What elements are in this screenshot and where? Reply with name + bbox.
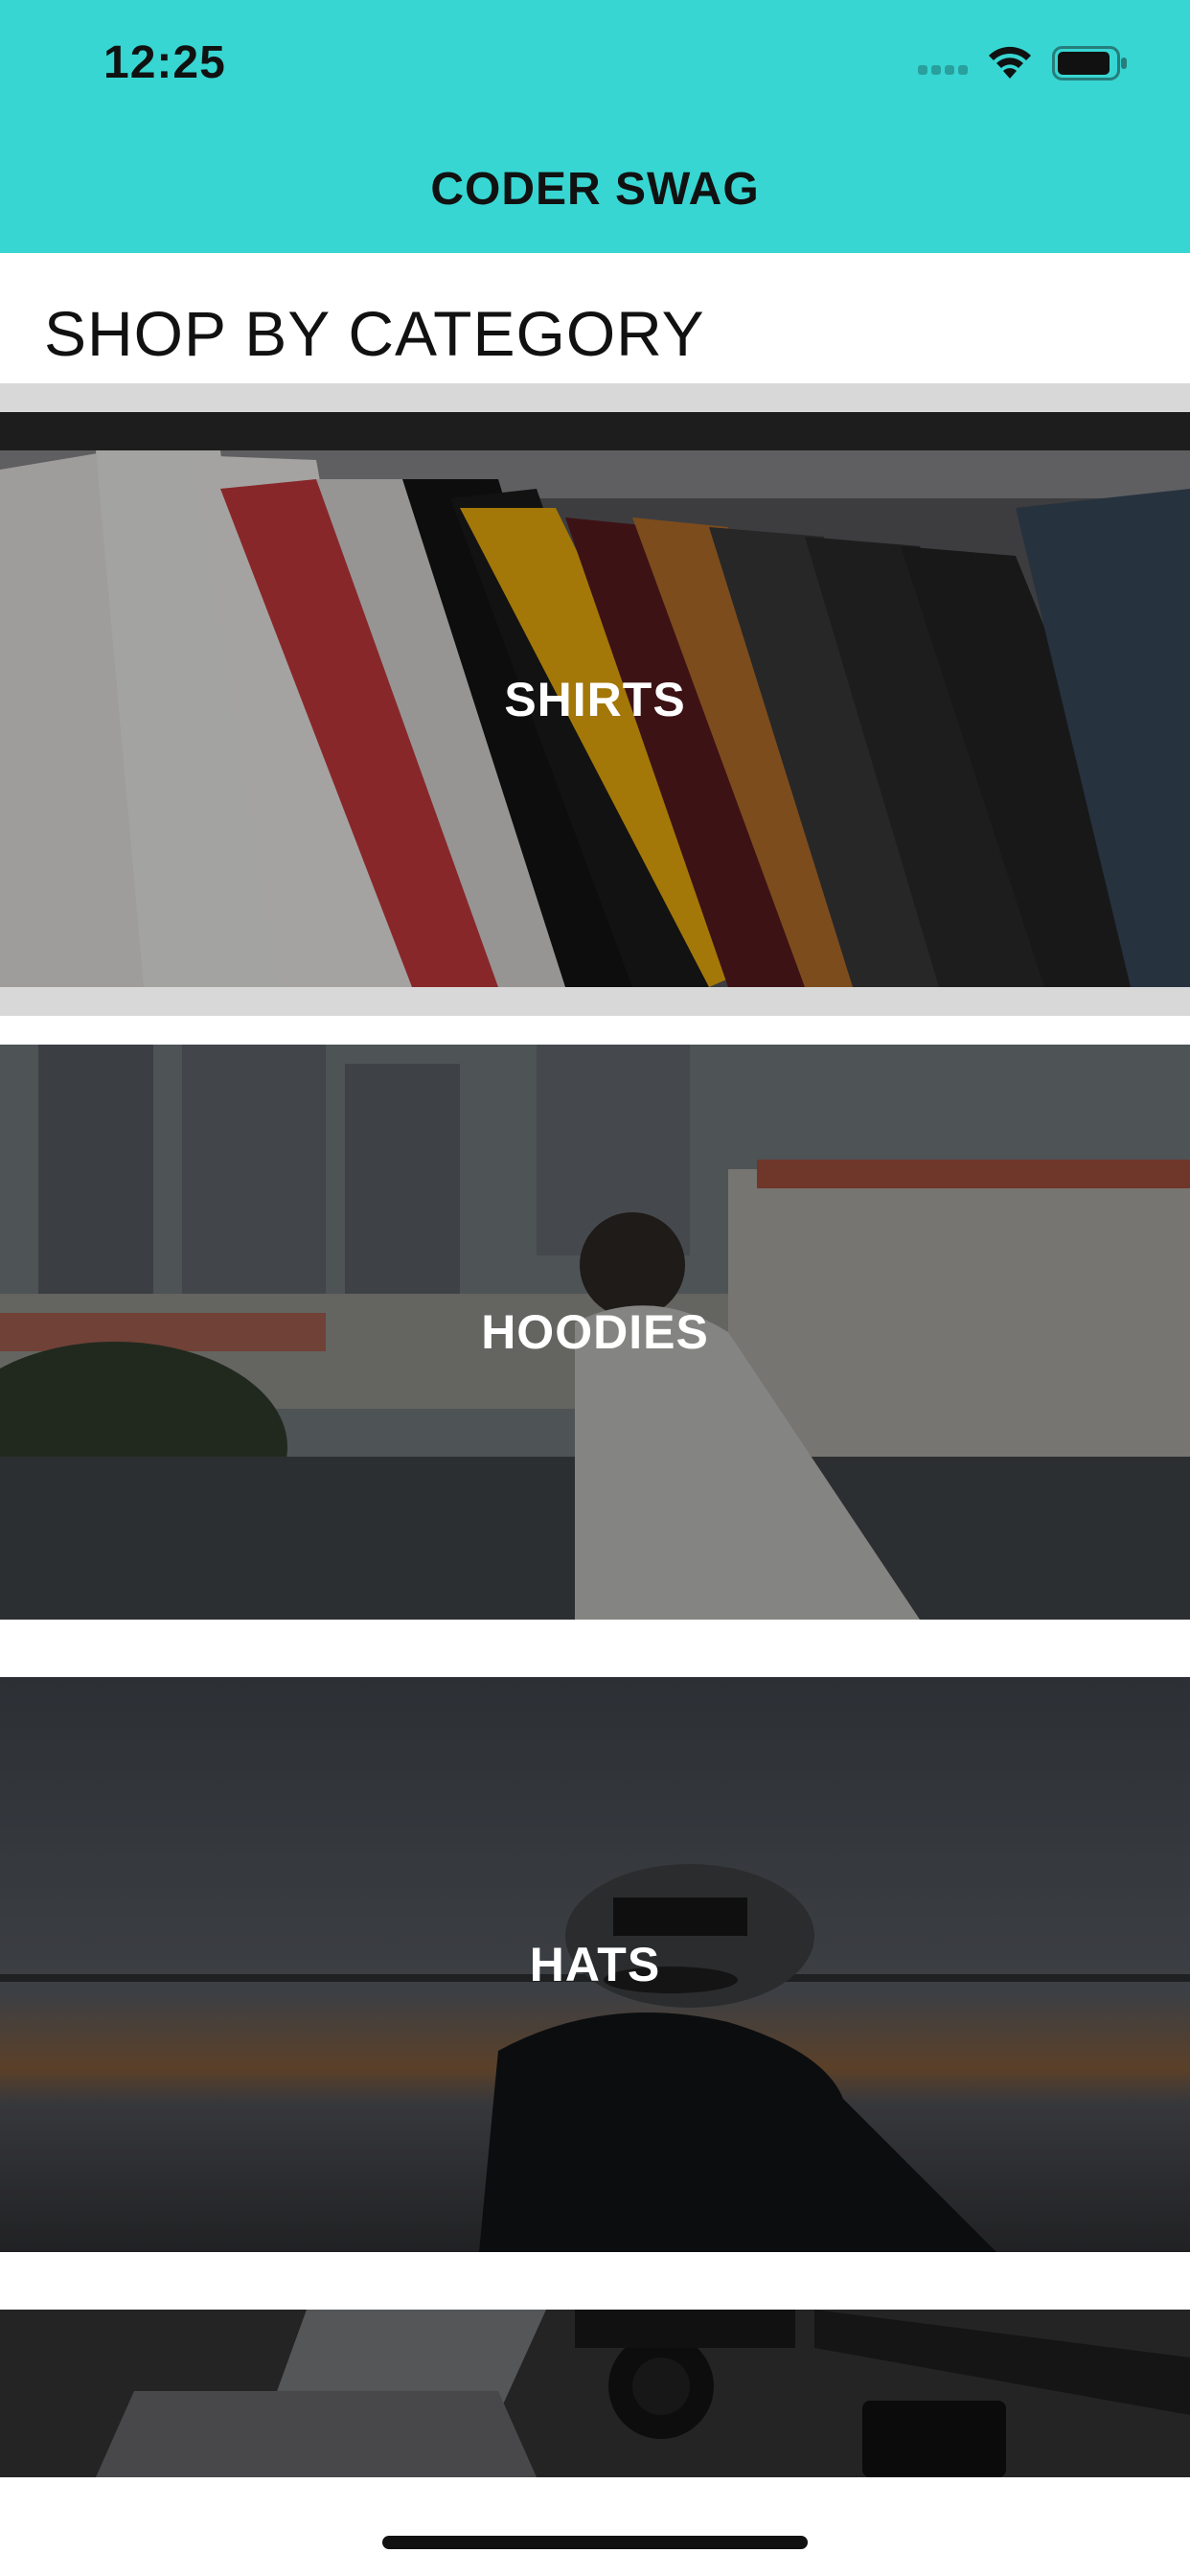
app-title: CODER SWAG xyxy=(430,164,760,215)
app-header: 12:25 CODER SWAG xyxy=(0,0,1190,253)
category-label: HATS xyxy=(529,1938,661,1991)
category-cell-partial[interactable] xyxy=(0,2310,1190,2477)
status-time: 12:25 xyxy=(103,37,226,88)
home-indicator[interactable] xyxy=(382,2536,808,2549)
wifi-icon xyxy=(989,46,1031,79)
category-cell-hats[interactable]: HATS xyxy=(0,1677,1190,2252)
battery-icon xyxy=(1052,46,1127,80)
category-cell-hoodies[interactable]: HOODIES xyxy=(0,1045,1190,1620)
category-label: HOODIES xyxy=(481,1305,709,1359)
section-title: SHOP BY CATEGORY xyxy=(44,298,705,369)
signal-icon xyxy=(918,61,973,77)
category-cell-shirts[interactable]: SHIRTS xyxy=(0,412,1190,987)
screen: 12:25 CODER SWAG SHOP BY CATEGORY SHIRTS… xyxy=(0,0,1190,2576)
partial-category-image xyxy=(0,2310,1190,2477)
category-label: SHIRTS xyxy=(504,673,686,726)
